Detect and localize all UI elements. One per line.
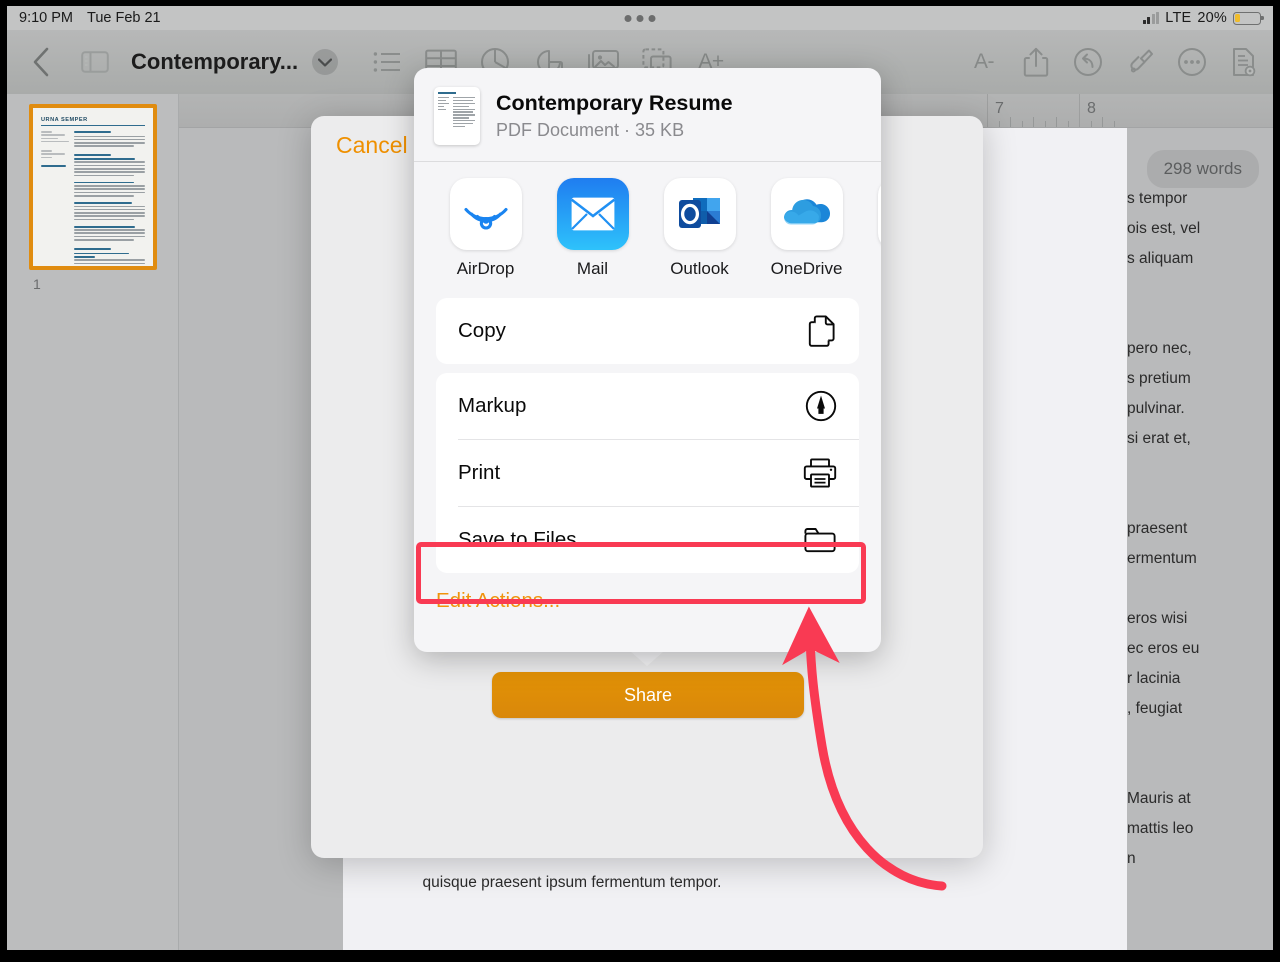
share-target-label: Outlook [670,259,729,278]
ruler-mark-8: 8 [1087,100,1096,117]
document-bottom-line: quisque praesent ipsum fermentum tempor. [422,874,722,891]
copy-icon [807,315,837,347]
doc-line: s tempor [1127,190,1188,207]
status-bar: 9:10 PM Tue Feb 21 LTE 20% [7,6,1273,30]
mail-icon[interactable] [556,178,629,250]
share-sheet-header: Contemporary Resume PDF Document · 35 KB [414,68,881,161]
action-group-copy: Copy [436,298,859,364]
action-row-print[interactable]: Print [436,440,859,506]
page-thumbnail-1[interactable]: URNA SEMPER [29,104,157,270]
thumbnail-resume-title: URNA SEMPER [41,117,88,123]
back-button[interactable] [15,36,67,88]
doc-line: ermentum [1127,550,1197,567]
doc-line: praesent [1127,520,1188,537]
action-row-markup[interactable]: Markup [436,373,859,439]
thumbnail-right-column [74,131,145,266]
teams-icon[interactable] [877,178,881,250]
share-targets-row[interactable]: AirDrop Mail Outlook OneDrive [414,162,881,289]
chevron-down-icon[interactable] [312,49,339,75]
action-label: Print [458,461,501,484]
status-date: Tue Feb 21 [87,10,161,26]
doc-line: pulvinar. [1127,400,1185,417]
page-number-label: 1 [33,276,41,292]
screenshot-root: 9:10 PM Tue Feb 21 LTE 20% Contemporary.… [0,0,1280,962]
status-time: 9:10 PM [19,10,73,26]
doc-line: s aliquam [1127,250,1194,267]
thumbnail-rule [41,125,145,126]
doc-line: si erat et, [1127,430,1191,447]
format-brush-icon[interactable] [1123,45,1157,79]
doc-line: s pretium [1127,370,1191,387]
document-text-column: s tempor ois est, vel s aliquam pero nec… [1127,128,1273,950]
page-thumbnail-sidebar: URNA SEMPER 1 [7,94,179,950]
share-target-mail[interactable]: Mail [539,178,646,279]
ruler-mark-7: 7 [995,100,1004,117]
doc-line: pero nec, [1127,340,1192,357]
page-title[interactable]: Contemporary... [131,49,298,75]
airdrop-icon[interactable] [449,178,522,250]
action-label: Markup [458,394,527,417]
action-group-main: Markup Print Save to Files [436,373,859,573]
battery-icon [1233,11,1264,25]
undo-icon[interactable] [1071,45,1105,79]
network-type-label: LTE [1165,10,1192,26]
share-icon[interactable] [1019,45,1053,79]
ipad-screen: 9:10 PM Tue Feb 21 LTE 20% Contemporary.… [7,6,1273,950]
multitask-handle-icon[interactable] [624,14,656,22]
doc-line: n [1127,850,1136,867]
battery-percent-label: 20% [1197,10,1227,26]
doc-line: r lacinia [1127,670,1181,687]
share-sheet: Contemporary Resume PDF Document · 35 KB [414,68,881,652]
edit-actions-button[interactable]: Edit Actions... [414,573,881,623]
share-sheet-pointer [630,651,664,666]
doc-line: ec eros eu [1127,640,1200,657]
share-target-label: Mail [576,259,609,278]
decrease-font-size-button[interactable]: A- [967,45,1001,79]
action-label: Save to Files [458,528,577,551]
printer-icon [803,458,837,488]
outlook-icon[interactable] [663,178,736,250]
status-right-group: LTE 20% [1142,10,1264,26]
list-icon[interactable] [370,45,404,79]
doc-line: Mauris at [1127,790,1191,807]
share-target-label: AirDrop [456,259,515,278]
action-label: Copy [458,319,506,342]
action-row-save-to-files[interactable]: Save to Files [436,507,859,573]
more-icon[interactable] [1175,45,1209,79]
document-view-icon[interactable] [1227,45,1261,79]
shared-file-name: Contemporary Resume [496,91,733,116]
folder-icon [803,526,837,554]
share-button[interactable]: Share [492,672,804,718]
onedrive-icon[interactable] [770,178,843,250]
share-target-label: OneDrive [770,259,843,278]
share-target-teams[interactable]: T [860,178,881,279]
sidebar-toggle-icon[interactable] [69,36,121,88]
doc-line: mattis leo [1127,820,1194,837]
action-row-copy[interactable]: Copy [436,298,859,364]
share-target-airdrop[interactable]: AirDrop [432,178,539,279]
doc-line: ois est, vel [1127,220,1201,237]
thumbnail-left-column [41,131,69,266]
share-target-outlook[interactable]: Outlook [646,178,753,279]
doc-line: eros wisi [1127,610,1188,627]
cancel-button[interactable]: Cancel [336,132,408,159]
doc-line: , feugiat [1127,700,1183,717]
page-thumbnail-item[interactable]: URNA SEMPER 1 [29,104,157,292]
shared-file-meta: PDF Document · 35 KB [496,119,685,140]
share-target-onedrive[interactable]: OneDrive [753,178,860,279]
markup-pen-icon [805,390,837,422]
word-count-badge: 298 words [1146,150,1259,188]
document-thumbnail-icon [434,87,480,145]
cellular-signal-icon [1142,12,1160,24]
